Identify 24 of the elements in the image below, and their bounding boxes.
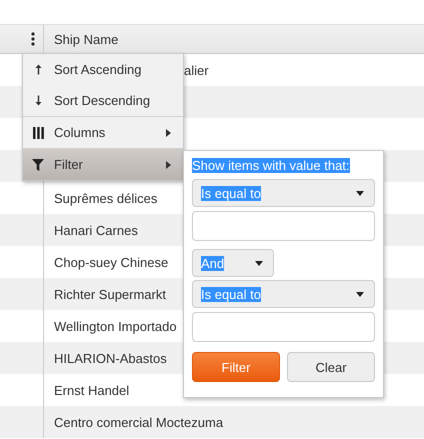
dropdown-arrow-icon xyxy=(356,190,364,196)
table-cell: Chop-suey Chinese xyxy=(54,254,168,270)
table-cell: HILARION-Abastos xyxy=(54,350,167,366)
columns-icon xyxy=(32,126,44,138)
filter-icon xyxy=(32,158,44,170)
menu-item[interactable]: Filter xyxy=(23,148,183,180)
table-cell: Hanari Carnes xyxy=(54,222,138,238)
value-input-field[interactable] xyxy=(192,312,375,342)
arrow-up-icon xyxy=(34,64,42,75)
value-input-field[interactable] xyxy=(192,211,375,241)
table-cell: Ernst Handel xyxy=(54,382,130,398)
filter-title: Show items with value that: xyxy=(192,158,350,173)
table-cell: Suprêmes délices xyxy=(54,190,158,206)
arrow-down-icon xyxy=(34,95,42,106)
dropdown-arrow-icon xyxy=(356,292,364,296)
dropdown-arrow-icon xyxy=(255,260,263,266)
clear-button[interactable]: Clear xyxy=(287,352,375,382)
column-menu-icon[interactable] xyxy=(31,32,35,46)
table-cell: Centro comercial Moctezuma xyxy=(54,414,224,430)
menu-item[interactable]: Sort Ascending xyxy=(23,54,183,85)
table-cell: Wellington Importado xyxy=(54,318,177,334)
column-header[interactable]: Ship Name xyxy=(44,25,118,53)
table-cell: alier xyxy=(184,62,209,78)
table-cell: Richter Supermarkt xyxy=(54,286,166,302)
